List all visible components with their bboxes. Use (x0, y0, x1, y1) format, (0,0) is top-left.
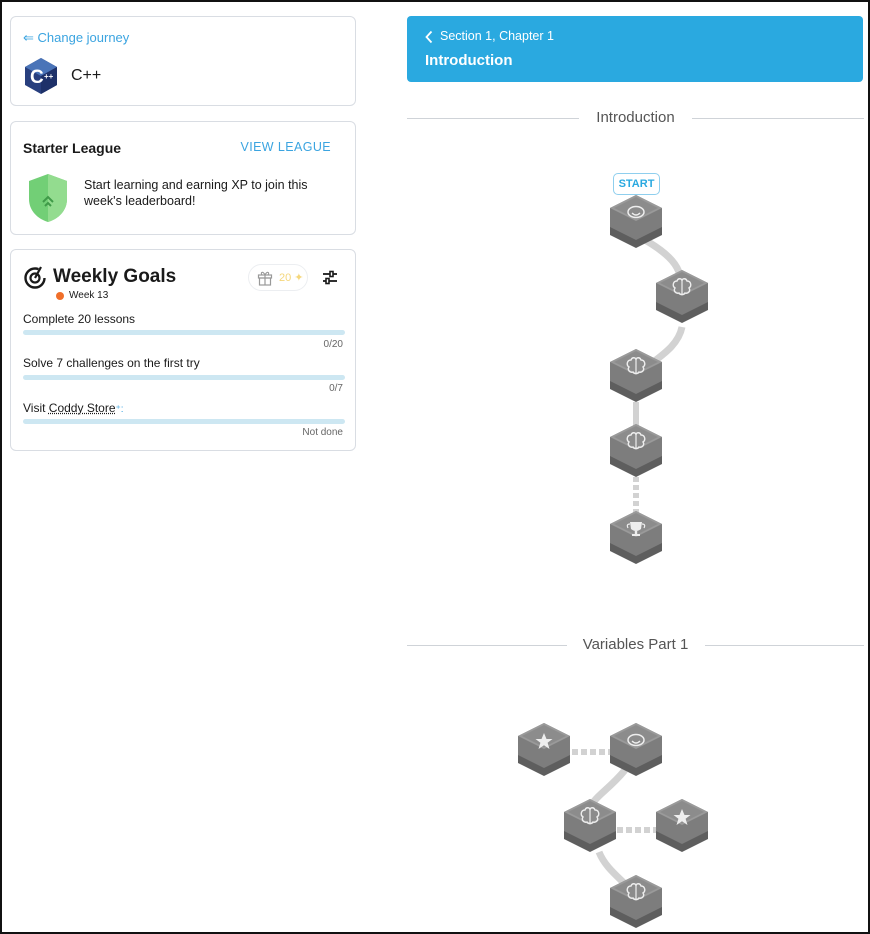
lesson-node[interactable] (610, 875, 662, 928)
goal-progress-bar (23, 419, 345, 424)
chevron-left-icon[interactable] (424, 30, 434, 44)
svg-text:++: ++ (44, 72, 54, 81)
gift-icon (257, 271, 273, 286)
goal-label: Visit Coddy Store⁺: (23, 401, 124, 415)
league-shield-icon (29, 174, 67, 222)
goal-label-prefix: Visit (23, 401, 49, 415)
goal-status: Not done (302, 427, 343, 438)
coddy-store-link[interactable]: Coddy Store (49, 401, 116, 415)
reward-value: 20 ✦ (279, 272, 304, 284)
lesson-node[interactable] (656, 270, 708, 323)
section-divider: Introduction (407, 109, 864, 129)
svg-text:C: C (30, 67, 44, 88)
app-frame: ⇐ Change journey C ++ C++ Starter League… (0, 0, 870, 934)
lesson-node[interactable] (610, 195, 662, 248)
bonus-star-node[interactable] (656, 799, 708, 852)
sparkle-icon: ⁺: (115, 404, 124, 415)
chapter-header: Section 1, Chapter 1 Introduction (407, 16, 863, 82)
league-message: Start learning and earning XP to join th… (84, 178, 308, 208)
goal-progress-bar (23, 375, 345, 380)
lesson-node[interactable] (564, 799, 616, 852)
cpp-logo-icon: C ++ (25, 58, 57, 94)
lesson-node[interactable] (610, 424, 662, 477)
learning-path (518, 195, 708, 928)
league-title: Starter League (23, 140, 122, 156)
chapter-breadcrumb[interactable]: Section 1, Chapter 1 (440, 29, 554, 43)
start-badge: START (613, 173, 660, 195)
weekly-goals-card: Weekly Goals Week 13 20 ✦ Complete 20 le… (10, 249, 356, 451)
journey-card: ⇐ Change journey C ++ C++ (10, 16, 356, 106)
settings-sliders-icon[interactable] (321, 269, 339, 287)
bonus-star-node[interactable] (518, 723, 570, 776)
goal-status: 0/7 (329, 383, 343, 394)
language-name: C++ (71, 67, 102, 84)
view-league-link[interactable]: VIEW LEAGUE (240, 140, 331, 154)
weekly-goals-title: Weekly Goals (53, 266, 177, 287)
chapter-title: Introduction (425, 52, 513, 69)
week-status-dot (56, 292, 64, 300)
goal-label: Complete 20 lessons (23, 312, 136, 326)
week-label: Week 13 (69, 290, 109, 301)
target-icon (24, 266, 46, 289)
section-title: Introduction (596, 109, 675, 126)
lesson-node[interactable] (610, 723, 662, 776)
trophy-node[interactable] (610, 511, 662, 564)
league-card: Starter League VIEW LEAGUE Start learnin… (10, 121, 356, 235)
reward-pill[interactable]: 20 ✦ (248, 264, 308, 291)
goal-progress-bar (23, 330, 345, 335)
goal-label: Solve 7 challenges on the first try (23, 356, 200, 370)
goal-status: 0/20 (323, 339, 343, 350)
change-journey-link[interactable]: ⇐ Change journey (23, 30, 129, 46)
